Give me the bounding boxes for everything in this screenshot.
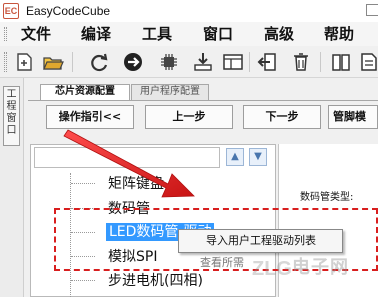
open-folder-icon[interactable] [42, 51, 64, 73]
chip-icon[interactable] [158, 51, 180, 73]
tree-connector [71, 183, 95, 184]
menu-window[interactable]: 窗口 [203, 24, 233, 44]
layout-icon[interactable] [222, 51, 244, 73]
window-title: EasyCodeCube [26, 4, 111, 18]
menu-help[interactable]: 帮助 [324, 24, 354, 44]
project-window-tab-label: 工程窗口 [6, 89, 17, 136]
go-arrow-icon[interactable] [122, 51, 144, 73]
tree-item-stepper-motor[interactable]: 步进电机(四相) [108, 272, 203, 290]
move-down-icon[interactable]: ▼ [249, 148, 267, 166]
app-logo: EC [3, 3, 19, 19]
toolbar-grip-handle[interactable] [4, 52, 7, 72]
watermark-text: 电子网 [292, 257, 349, 278]
toolbar-separator [249, 52, 250, 72]
tab-chip-resource-config[interactable]: 芯片资源配置 [40, 84, 130, 100]
menu-file[interactable]: 文件 [21, 24, 51, 44]
pin-config-button[interactable]: 管脚模 [328, 105, 378, 129]
toolbar-separator [320, 52, 321, 72]
digit-tube-type-label: 数码管类型: [300, 192, 354, 203]
guide-toggle-button[interactable]: 操作指引<< [46, 105, 134, 129]
tree-connector [71, 280, 95, 281]
move-up-icon[interactable]: ▲ [226, 148, 244, 166]
previous-step-button[interactable]: 上一步 [145, 105, 233, 129]
tree-item-matrix-keypad[interactable]: 矩阵键盘 [108, 175, 164, 193]
menu-tools[interactable]: 工具 [142, 24, 172, 44]
toolbar-separator [72, 52, 73, 72]
book-icon[interactable] [330, 51, 352, 73]
menu-grip-handle[interactable] [4, 27, 7, 41]
tab-divider [28, 100, 378, 101]
download-icon[interactable] [192, 51, 214, 73]
menu-compile[interactable]: 编译 [81, 24, 111, 44]
exit-icon[interactable] [256, 51, 278, 73]
delete-icon[interactable] [290, 51, 312, 73]
menu-advanced[interactable]: 高级 [264, 24, 294, 44]
refresh-icon[interactable] [88, 51, 110, 73]
document-icon[interactable] [358, 51, 378, 73]
menu-bar [0, 22, 378, 46]
new-file-icon[interactable] [13, 51, 35, 73]
window-control-button[interactable] [366, 4, 378, 16]
watermark-logo: ZLG [252, 258, 292, 280]
next-step-button[interactable]: 下一步 [243, 105, 321, 129]
tab-user-program-config[interactable]: 用户程序配置 [131, 84, 209, 100]
tree-search-input[interactable] [34, 147, 220, 168]
